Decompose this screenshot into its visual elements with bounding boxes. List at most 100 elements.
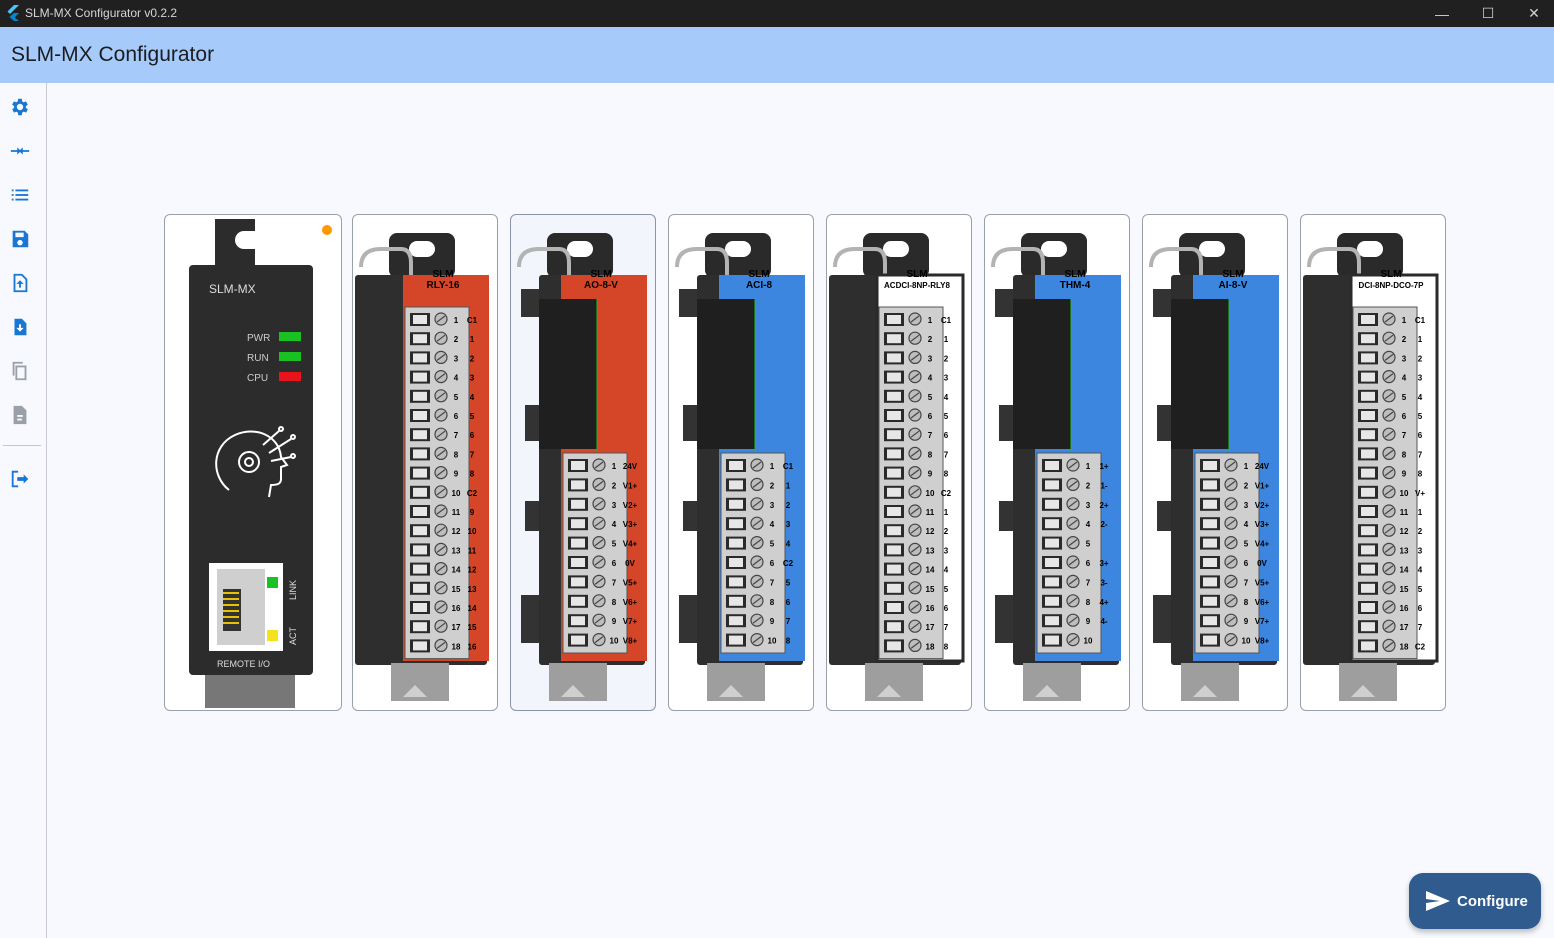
led-label-cpu: CPU — [247, 373, 268, 384]
configure-button[interactable]: Configure — [1409, 873, 1541, 929]
terminal-number: 6 — [1244, 559, 1249, 568]
terminal-label: 1 — [944, 508, 949, 517]
terminal-number: 2 — [1244, 481, 1249, 490]
close-button[interactable]: ✕ — [1511, 0, 1554, 27]
settings-icon — [12, 98, 28, 116]
terminal-label: C1 — [941, 316, 952, 325]
module-name: AO-8-V — [584, 280, 618, 291]
terminal-label: V6+ — [1255, 598, 1270, 607]
terminal-label: 8 — [944, 642, 949, 651]
maximize-icon: ☐ — [1481, 5, 1495, 21]
terminal-number: 5 — [612, 540, 617, 549]
terminal-number: 11 — [926, 508, 935, 517]
module-card-thm-4[interactable]: SLM THM-4 1 1+ 2 1- 3 2+ 4 2- 5 6 3+ 7 3- 8 4+ 9 4- 10 — [984, 214, 1130, 711]
export-button[interactable] — [8, 403, 32, 427]
terminal-number: 15 — [1400, 585, 1409, 594]
cpu-module-card[interactable]: SLM-MX PWR RUN CPU LINK ACT REMOTE I/O — [164, 214, 342, 711]
module-card-rly-16[interactable]: SLM RLY-16 1 C1 2 1 3 2 4 3 5 4 6 5 7 6 8 7 9 8 10 C2 11 9 12 10 1… — [352, 214, 498, 711]
send-icon — [1426, 891, 1450, 911]
terminal-label: V2+ — [1255, 501, 1270, 510]
logout-button[interactable] — [8, 467, 32, 491]
terminal-label: 24V — [1255, 462, 1270, 471]
list-button[interactable] — [8, 183, 32, 207]
run-led — [279, 352, 301, 361]
module-brand: SLM — [432, 269, 453, 280]
terminal-label: 7 — [944, 450, 949, 459]
terminal-number: 17 — [1400, 623, 1409, 632]
link-label: LINK — [288, 580, 298, 600]
terminal-label: V8+ — [1255, 637, 1270, 646]
module-card-ai-8-v[interactable]: SLM AI-8-V 1 24V 2 V1+ 3 V2+ 4 V3+ 5 V4+ 6 0V 7 V5+ 8 V6+… — [1142, 214, 1288, 711]
module-card-dci-8np-dco-7p[interactable]: SLM DCI-8NP-DCO-7P 1 C1 2 1 3 2 4 3 5 4 6 5 7 6 8 7 9 8 10 V+… — [1300, 214, 1446, 711]
terminal-number: 2 — [1402, 335, 1407, 344]
terminal-label: 6 — [786, 598, 791, 607]
module-brand: SLM — [906, 269, 927, 280]
maximize-button[interactable]: ☐ — [1465, 0, 1511, 27]
terminal-label: 3- — [1100, 578, 1107, 587]
terminal-label: 6 — [470, 431, 475, 440]
terminal-label: 4 — [944, 566, 949, 575]
save-button[interactable] — [8, 227, 32, 251]
terminal-number: 5 — [1244, 540, 1249, 549]
terminal-number: 4 — [770, 520, 775, 529]
terminal-number: 1 — [454, 316, 459, 325]
terminal-label: 3 — [1418, 546, 1423, 555]
cpu-led — [279, 372, 301, 381]
terminal-label: 6 — [1418, 604, 1423, 613]
module-card-acdci-8np-rly8[interactable]: SLM ACDCI-8NP-RLY8 1 C1 2 1 3 2 4 3 5 4 6 5 7 6 8 7 9 8 10 C2… — [826, 214, 972, 711]
led-label-pwr: PWR — [247, 333, 270, 344]
terminal-number: 7 — [928, 431, 933, 440]
pwr-led — [279, 332, 301, 341]
terminal-label: 5 — [944, 412, 949, 421]
terminal-number: 16 — [452, 604, 461, 613]
terminal-label: 1 — [944, 335, 949, 344]
settings-button[interactable] — [8, 95, 32, 119]
terminal-label: 16 — [468, 642, 477, 651]
upload-button[interactable] — [8, 271, 32, 295]
terminal-label: 9 — [470, 508, 475, 517]
terminal-number: 15 — [452, 585, 461, 594]
terminal-number: 2 — [612, 481, 617, 490]
terminal-number: 13 — [1400, 546, 1409, 555]
terminal-number: 8 — [770, 598, 775, 607]
terminal-number: 7 — [454, 431, 459, 440]
terminal-number: 4 — [454, 374, 459, 383]
terminal-label: 3+ — [1099, 559, 1108, 568]
window-title: SLM-MX Configurator v0.2.2 — [25, 6, 178, 20]
terminal-number: 6 — [454, 412, 459, 421]
module-card-ao-8-v[interactable]: SLM AO-8-V 1 24V 2 V1+ 3 V2+ 4 V3+ 5 V4+ 6 0V 7 V5+ 8 V6+… — [510, 214, 656, 711]
flutter-logo-icon — [7, 5, 19, 21]
upload-file-icon — [13, 273, 28, 293]
terminal-label: 4 — [1418, 566, 1423, 575]
terminal-number: 14 — [926, 566, 935, 575]
terminal-label: V4+ — [623, 540, 638, 549]
terminal-number: 4 — [1402, 374, 1407, 383]
download-button[interactable] — [8, 315, 32, 339]
terminal-number: 3 — [612, 501, 617, 510]
terminal-label: 3 — [786, 520, 791, 529]
terminal-label: 0V — [625, 559, 635, 568]
module-card-aci-8[interactable]: SLM ACI-8 1 C1 2 1 3 2 4 3 5 4 6 C2 7 5 8 6 9 7 10 8 — [668, 214, 814, 711]
minimize-button[interactable]: — — [1419, 0, 1465, 27]
terminal-label: V1+ — [623, 481, 638, 490]
terminal-label: V2+ — [623, 501, 638, 510]
terminal-number: 10 — [926, 489, 935, 498]
terminal-number: 16 — [926, 604, 935, 613]
terminal-label: V7+ — [623, 617, 638, 626]
terminal-number: 10 — [1400, 489, 1409, 498]
module-name: ACI-8 — [746, 280, 773, 291]
terminal-number: 10 — [1242, 637, 1251, 646]
terminal-label: C2 — [941, 489, 952, 498]
terminal-label: V3+ — [1255, 520, 1270, 529]
copy-button[interactable] — [8, 359, 32, 383]
terminal-label: V1+ — [1255, 481, 1270, 490]
terminal-number: 14 — [452, 566, 461, 575]
terminal-number: 13 — [926, 546, 935, 555]
terminal-label: 4 — [470, 393, 475, 402]
compare-button[interactable] — [8, 139, 32, 163]
terminal-label: 4 — [786, 540, 791, 549]
terminal-number: 7 — [770, 578, 775, 587]
terminal-label: 8 — [944, 470, 949, 479]
terminal-label: 5 — [944, 585, 949, 594]
terminal-number: 12 — [1400, 527, 1409, 536]
